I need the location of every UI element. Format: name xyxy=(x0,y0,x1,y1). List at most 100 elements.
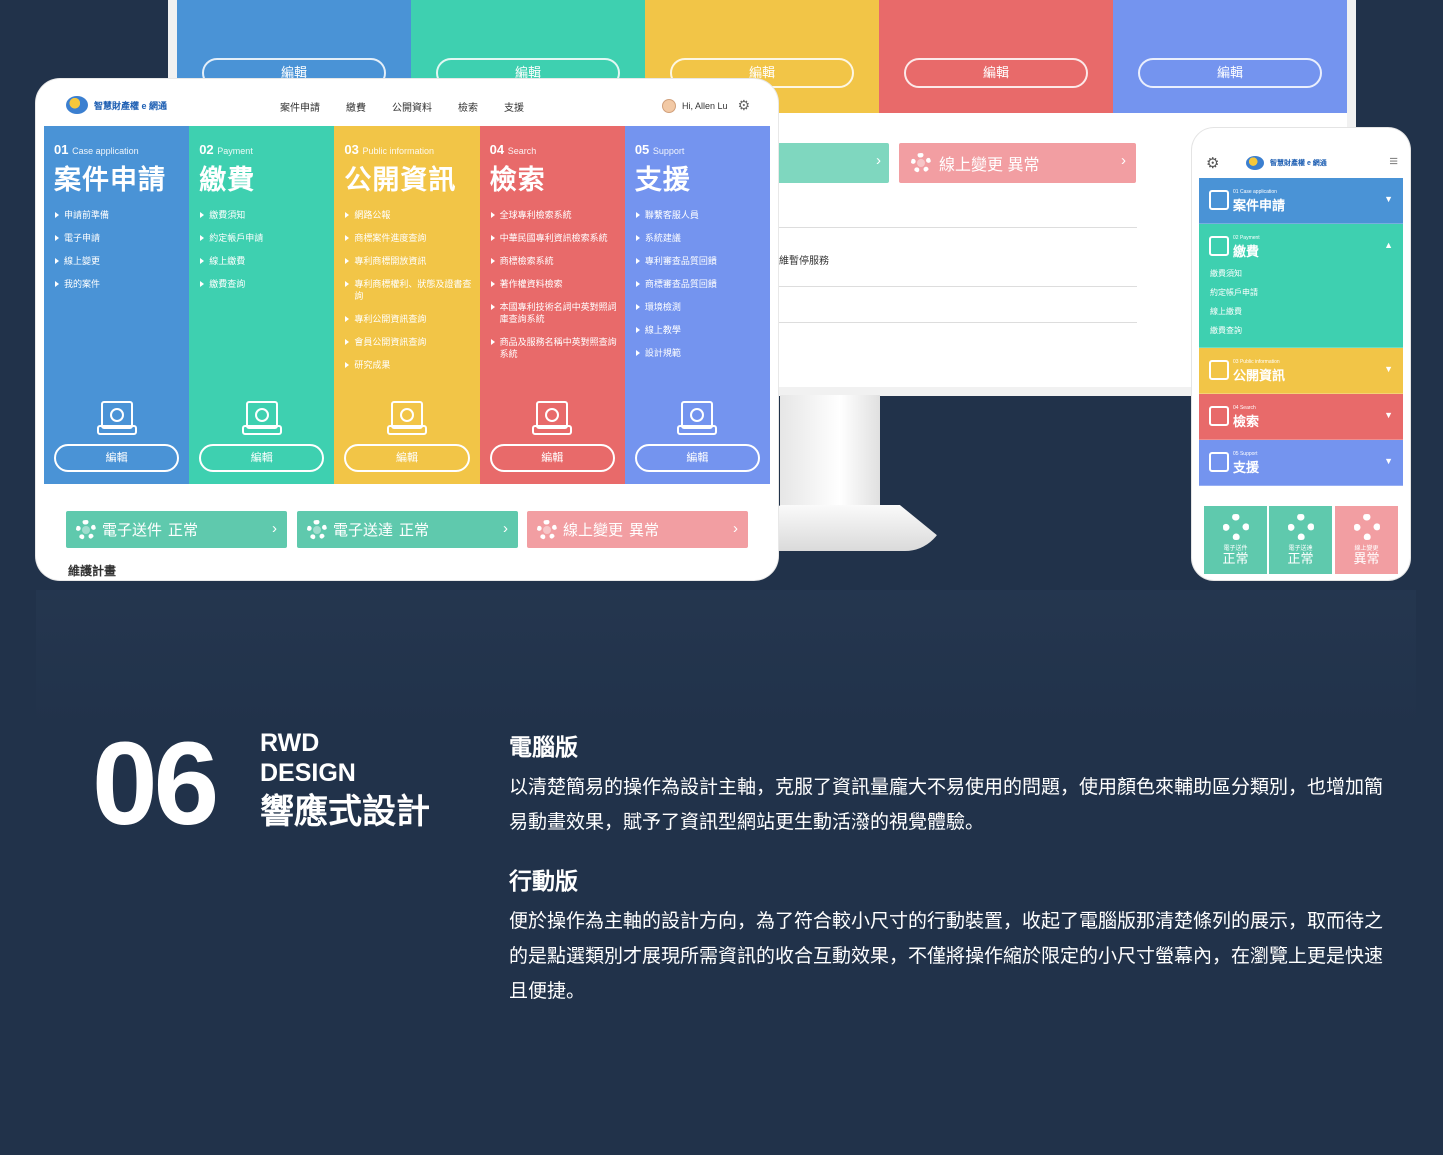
category-links: 申請前準備電子申請線上變更我的案件 xyxy=(54,209,189,290)
edit-button[interactable]: 編輯 xyxy=(1138,58,1322,88)
category-column-1: 01 Case application 案件申請 申請前準備 電子申請 線上變更 我的… xyxy=(44,126,190,484)
tablet-device: 智慧財產權 e 網通 案件申請 繳費 公開資料 檢索 支援 Hi, Allen … xyxy=(36,79,778,580)
category-link[interactable]: 線上變更 xyxy=(54,255,189,267)
mobile-accordion-menu: 01 Case application 案件申請 ▼ 02 Payment 繳費 ▲ 繳費須… xyxy=(1199,178,1403,486)
sub-item[interactable]: 繳費須知 xyxy=(1210,264,1403,283)
status-bar-3[interactable]: 線上變更 異常 › xyxy=(527,511,748,548)
mobile-status-1[interactable]: 電子送件 正常 xyxy=(1204,506,1267,574)
category-link[interactable]: 系統建議 xyxy=(635,232,770,244)
category-link[interactable]: 商標案件進度查詢 xyxy=(344,232,479,244)
accordion-item-1[interactable]: 01 Case application 案件申請 ▼ xyxy=(1199,178,1403,224)
chevron-up-icon[interactable]: ▲ xyxy=(1384,240,1393,250)
category-title: 繳費 xyxy=(199,165,256,195)
edit-button[interactable]: 編輯 xyxy=(489,444,615,472)
accordion-item-4[interactable]: 04 Search 檢索 ▼ xyxy=(1199,394,1403,440)
category-link[interactable]: 著作權資料檢索 xyxy=(490,278,625,290)
edit-button[interactable]: 編輯 xyxy=(199,444,325,472)
chevron-right-icon: › xyxy=(1121,152,1126,169)
heading-zh: 響應式設計 xyxy=(260,793,430,831)
nav-item-public[interactable]: 公開資料 xyxy=(392,99,432,114)
category-link[interactable]: 研究成果 xyxy=(344,359,479,371)
form-mail-icon xyxy=(96,401,137,435)
category-column-5: 05 Support 支援 聯繫客服人員 系統建議 專利審查品質回饋 商標審查品質回饋… xyxy=(624,126,771,484)
category-link[interactable]: 商標檢索系統 xyxy=(490,255,625,267)
hamburger-menu-icon[interactable]: ≡ xyxy=(1389,153,1398,170)
category-link[interactable]: 設計規範 xyxy=(635,347,770,359)
chevron-down-icon[interactable]: ▼ xyxy=(1384,456,1393,466)
chevron-down-icon[interactable]: ▼ xyxy=(1384,364,1393,374)
category-link[interactable]: 專利審查品質回饋 xyxy=(635,255,770,267)
nav-item-payment[interactable]: 繳費 xyxy=(346,99,366,114)
site-logo[interactable]: 智慧財產權 e 網通 xyxy=(1246,156,1327,170)
logo-text: 智慧財產權 e 網通 xyxy=(1270,160,1327,167)
category-link[interactable]: 約定帳戶申請 xyxy=(199,232,334,244)
category-link[interactable]: 專利商標權利、狀態及證書查詢 xyxy=(344,278,479,302)
category-link[interactable]: 中華民國專利資訊檢索系統 xyxy=(490,232,625,244)
category-link[interactable]: 專利商標開放資訊 xyxy=(344,255,479,267)
category-link[interactable]: 繳費須知 xyxy=(199,209,334,221)
category-link[interactable]: 環境檢測 xyxy=(635,301,770,313)
sub-item[interactable]: 繳費查詢 xyxy=(1210,321,1403,340)
nav-item-search[interactable]: 檢索 xyxy=(458,99,478,114)
accordion-item-3[interactable]: 03 Public information 公開資訊 ▼ xyxy=(1199,348,1403,394)
nav-item-support[interactable]: 支援 xyxy=(504,99,524,114)
category-title: 支援 xyxy=(634,165,691,195)
edit-button[interactable]: 編輯 xyxy=(344,444,470,472)
gear-icon[interactable]: ⚙ xyxy=(738,97,751,114)
tablet-header: 智慧財產權 e 網通 案件申請 繳費 公開資料 檢索 支援 Hi, Allen … xyxy=(36,79,778,126)
user-menu[interactable]: Hi, Allen Lu ⚙ xyxy=(662,97,750,114)
laptop-lock-icon xyxy=(1209,360,1229,380)
avatar xyxy=(662,98,676,113)
form-mail-icon xyxy=(1209,190,1229,210)
category-link[interactable]: 商標審查品質回饋 xyxy=(635,278,770,290)
status-bar-1[interactable]: 電子送件 正常 › xyxy=(66,511,287,548)
accordion-item-5[interactable]: 05 Support 支援 ▼ xyxy=(1199,440,1403,486)
edit-button[interactable]: 編輯 xyxy=(904,58,1088,88)
category-link[interactable]: 線上繳費 xyxy=(199,255,334,267)
monitor-status-online-change[interactable]: 線上變更 異常 › xyxy=(899,143,1136,183)
category-num: 02 xyxy=(199,142,214,157)
edit-button[interactable]: 編輯 xyxy=(634,444,761,472)
category-link[interactable]: 繳費查詢 xyxy=(199,278,334,290)
nav-item-case[interactable]: 案件申請 xyxy=(280,99,320,114)
category-link[interactable]: 會員公開資訊查詢 xyxy=(344,336,479,348)
status-bar-2[interactable]: 電子送達 正常 › xyxy=(297,511,518,548)
accordion-item-2[interactable]: 02 Payment 繳費 ▲ 繳費須知 約定帳戶申請 線上繳費 繳費查詢 xyxy=(1199,224,1403,348)
category-link[interactable]: 網路公報 xyxy=(344,209,479,221)
category-link[interactable]: 本國專利技術名詞中英對照詞庫查詢系統 xyxy=(490,301,625,325)
payment-icon xyxy=(241,401,282,435)
main-nav: 案件申請 繳費 公開資料 檢索 支援 xyxy=(280,99,550,114)
monitor-status-green[interactable]: › xyxy=(777,143,889,183)
mobile-status-3[interactable]: 線上變更 異常 xyxy=(1335,506,1398,574)
category-num: 01 xyxy=(54,142,69,157)
gear-icon xyxy=(1222,514,1249,540)
chevron-down-icon[interactable]: ▼ xyxy=(1384,410,1393,420)
category-link[interactable]: 申請前準備 xyxy=(54,209,189,221)
mobile-status-2[interactable]: 電子送達 正常 xyxy=(1269,506,1332,574)
monitor-col-5: 編輯 xyxy=(1113,0,1347,113)
section-heading: RWD DESIGN 響應式設計 xyxy=(260,728,430,834)
category-link[interactable]: 電子申請 xyxy=(54,232,189,244)
category-link[interactable]: 我的案件 xyxy=(54,278,189,290)
category-link[interactable]: 商品及服務名稱中英對照查詢系統 xyxy=(490,336,625,360)
category-link[interactable]: 全球專利檢索系統 xyxy=(490,209,625,221)
category-link[interactable]: 專利公開資訊查詢 xyxy=(344,313,479,325)
gear-icon xyxy=(1353,514,1380,540)
sub-item[interactable]: 線上繳費 xyxy=(1210,302,1403,321)
sub-item[interactable]: 約定帳戶申請 xyxy=(1210,283,1403,302)
monitor-col-4: 編輯 xyxy=(879,0,1113,113)
category-link[interactable]: 線上教學 xyxy=(635,324,770,336)
accordion-label: 繳費 xyxy=(1233,244,1260,259)
accordion-sub-items: 繳費須知 約定帳戶申請 線上繳費 繳費查詢 xyxy=(1199,224,1403,340)
mobile-device: ⚙ 智慧財產權 e 網通 ≡ 01 Case application 案件申請 ▼ 0… xyxy=(1192,128,1410,580)
search-document-icon xyxy=(532,401,573,435)
site-logo[interactable]: 智慧財產權 e 網通 xyxy=(66,96,167,114)
category-column-2: 02 Payment 繳費 繳費須知 約定帳戶申請 線上繳費 繳費查詢 編輯 xyxy=(189,126,335,484)
chevron-down-icon[interactable]: ▼ xyxy=(1384,194,1393,204)
category-title: 檢索 xyxy=(489,165,546,195)
category-link[interactable]: 聯繫客服人員 xyxy=(635,209,770,221)
category-number: 01 Case application xyxy=(54,142,189,157)
edit-button[interactable]: 編輯 xyxy=(54,444,180,472)
gear-icon xyxy=(1287,514,1314,540)
gear-icon[interactable]: ⚙ xyxy=(1206,154,1219,172)
